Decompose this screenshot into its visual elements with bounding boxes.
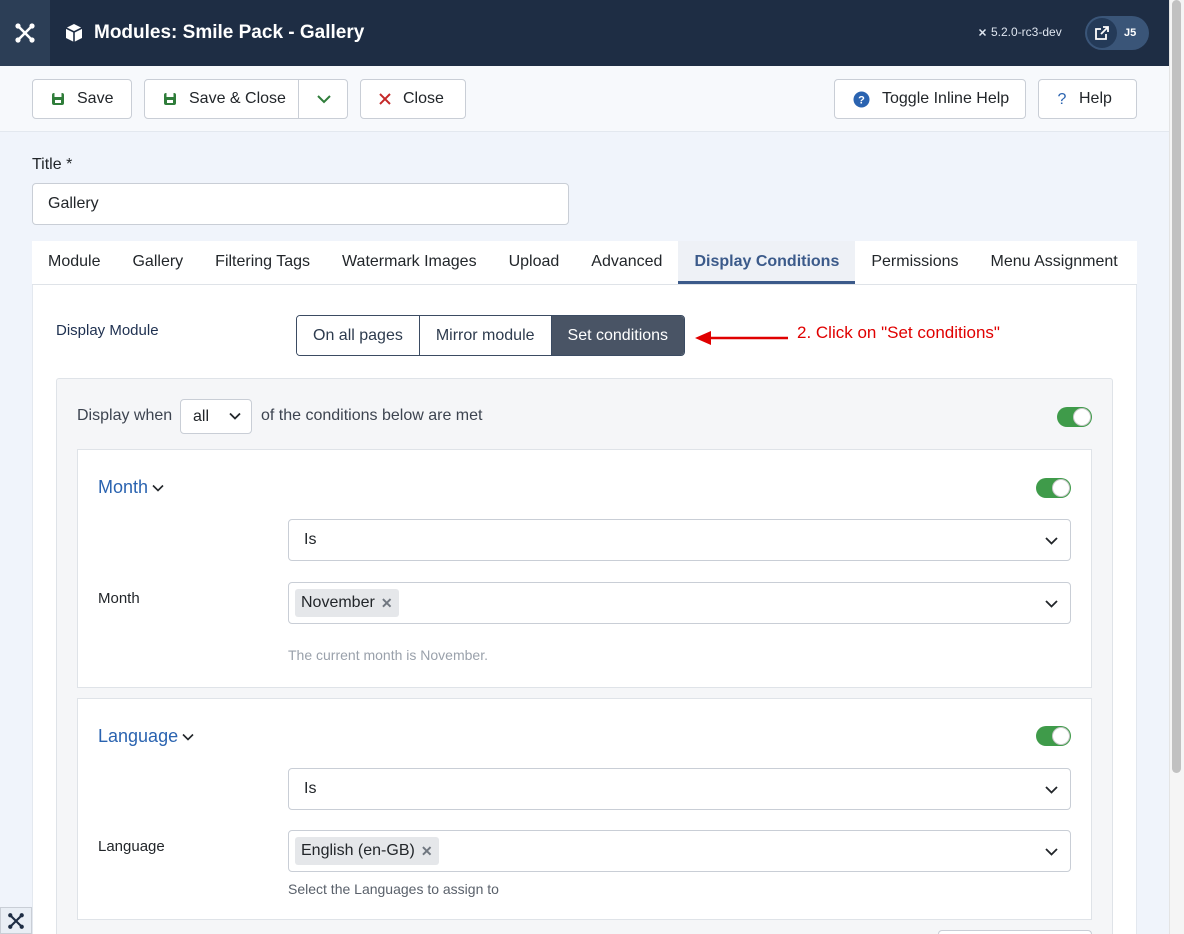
save-label: Save <box>77 90 114 107</box>
language-title-text: Language <box>98 726 179 746</box>
close-icon <box>379 93 391 105</box>
app-header: Modules: Smile Pack - Gallery 5.2.0-rc3-… <box>0 0 1169 66</box>
month-values-select[interactable]: November ✕ <box>288 582 1071 624</box>
joomla-small-icon <box>978 28 987 36</box>
language-help-text: Select the Languages to assign to <box>288 881 499 897</box>
save-dropdown-toggle[interactable] <box>298 80 348 118</box>
tab-watermark-images[interactable]: Watermark Images <box>326 241 493 284</box>
chevron-down-icon <box>316 95 331 104</box>
display-when-suffix: of the conditions below are met <box>261 407 483 424</box>
display-module-switch: On all pages Mirror module Set condition… <box>296 315 686 356</box>
month-help-text: The current month is November. <box>288 647 488 663</box>
chevron-down-icon <box>1045 848 1058 856</box>
tab-permissions[interactable]: Permissions <box>855 241 974 284</box>
user-badge[interactable]: J5 <box>1124 27 1136 39</box>
tab-advanced[interactable]: Advanced <box>575 241 678 284</box>
chevron-down-icon <box>229 412 241 420</box>
display-when-prefix: Display when <box>77 407 173 424</box>
annotation-text: 2. Click on "Set conditions" <box>797 323 1000 342</box>
language-operator-select[interactable]: Is <box>288 768 1071 810</box>
page-title: Modules: Smile Pack - Gallery <box>64 22 364 44</box>
user-menu[interactable]: J5 <box>1085 16 1149 50</box>
month-chip-label: November <box>301 594 375 611</box>
language-values-select[interactable]: English (en-GB) ✕ <box>288 830 1071 872</box>
joomla-icon <box>15 23 35 43</box>
option-on-all-pages[interactable]: On all pages <box>297 316 420 355</box>
month-toggle[interactable] <box>1036 478 1071 498</box>
close-label: Close <box>403 90 444 107</box>
tab-menu-assignment[interactable]: Menu Assignment <box>975 241 1134 284</box>
match-select-value: all <box>193 408 210 425</box>
joomla-logo[interactable] <box>0 0 50 66</box>
page-title-text: Modules: Smile Pack - Gallery <box>94 22 365 43</box>
remove-chip-icon[interactable]: ✕ <box>421 837 433 865</box>
chevron-down-icon <box>1045 786 1058 794</box>
month-field-label: Month <box>98 590 140 607</box>
tab-upload[interactable]: Upload <box>493 241 576 284</box>
title-input[interactable] <box>32 183 569 225</box>
month-operator-select[interactable]: Is <box>288 519 1071 561</box>
language-toggle[interactable] <box>1036 726 1071 746</box>
toggle-help-label: Toggle Inline Help <box>882 90 1010 107</box>
joomla-corner-icon[interactable] <box>0 907 32 934</box>
language-condition-title[interactable]: Language <box>98 726 194 747</box>
chevron-down-icon <box>1045 537 1058 545</box>
month-condition-title[interactable]: Month <box>98 477 164 498</box>
save-close-label: Save & Close <box>189 90 286 107</box>
remove-chip-icon[interactable]: ✕ <box>381 589 393 617</box>
language-operator-value: Is <box>304 780 317 797</box>
tab-module[interactable]: Module <box>32 241 116 284</box>
month-operator-value: Is <box>304 531 317 548</box>
language-chip-label: English (en-GB) <box>301 842 415 859</box>
annotation-arrow-icon <box>695 331 788 345</box>
help-button[interactable]: ? Help <box>1038 79 1137 119</box>
scrollbar-thumb[interactable] <box>1172 0 1181 773</box>
chevron-down-icon <box>1045 600 1058 608</box>
month-title-text: Month <box>98 477 149 497</box>
chevron-down-icon <box>152 484 164 492</box>
save-close-button[interactable]: Save & Close <box>144 79 348 119</box>
version-text: 5.2.0-rc3-dev <box>991 25 1062 39</box>
external-link-icon[interactable] <box>1087 18 1117 48</box>
help-label: Help <box>1079 90 1112 107</box>
cube-icon <box>64 23 84 43</box>
tab-bar: Module Gallery Filtering Tags Watermark … <box>32 241 1137 285</box>
conditions-toggle[interactable] <box>1057 407 1092 427</box>
language-chip: English (en-GB) ✕ <box>295 837 439 865</box>
tab-gallery[interactable]: Gallery <box>116 241 199 284</box>
question-circle-icon: ? <box>853 91 870 108</box>
toggle-inline-help-button[interactable]: ? Toggle Inline Help <box>834 79 1026 119</box>
tab-display-conditions[interactable]: Display Conditions <box>678 241 856 284</box>
save-icon <box>163 92 177 106</box>
option-mirror-module[interactable]: Mirror module <box>419 316 552 355</box>
month-chip: November ✕ <box>295 589 399 617</box>
chevron-down-icon <box>182 733 194 741</box>
toolbar: Save Save & Close Close ? Toggle Inline … <box>0 66 1169 132</box>
svg-text:?: ? <box>858 94 865 106</box>
close-button[interactable]: Close <box>360 79 466 119</box>
save-icon <box>51 92 65 106</box>
month-condition <box>77 449 1092 688</box>
version-label: 5.2.0-rc3-dev <box>977 25 1062 39</box>
svg-text:?: ? <box>1058 91 1067 107</box>
title-label: Title * <box>32 156 73 173</box>
question-icon: ? <box>1057 91 1067 107</box>
language-field-label: Language <box>98 838 165 855</box>
option-set-conditions[interactable]: Set conditions <box>551 316 685 355</box>
save-button[interactable]: Save <box>32 79 132 119</box>
display-module-label: Display Module <box>56 322 159 339</box>
match-select[interactable]: all <box>180 399 252 434</box>
tab-filtering-tags[interactable]: Filtering Tags <box>199 241 326 284</box>
add-condition-button[interactable] <box>938 930 1092 934</box>
